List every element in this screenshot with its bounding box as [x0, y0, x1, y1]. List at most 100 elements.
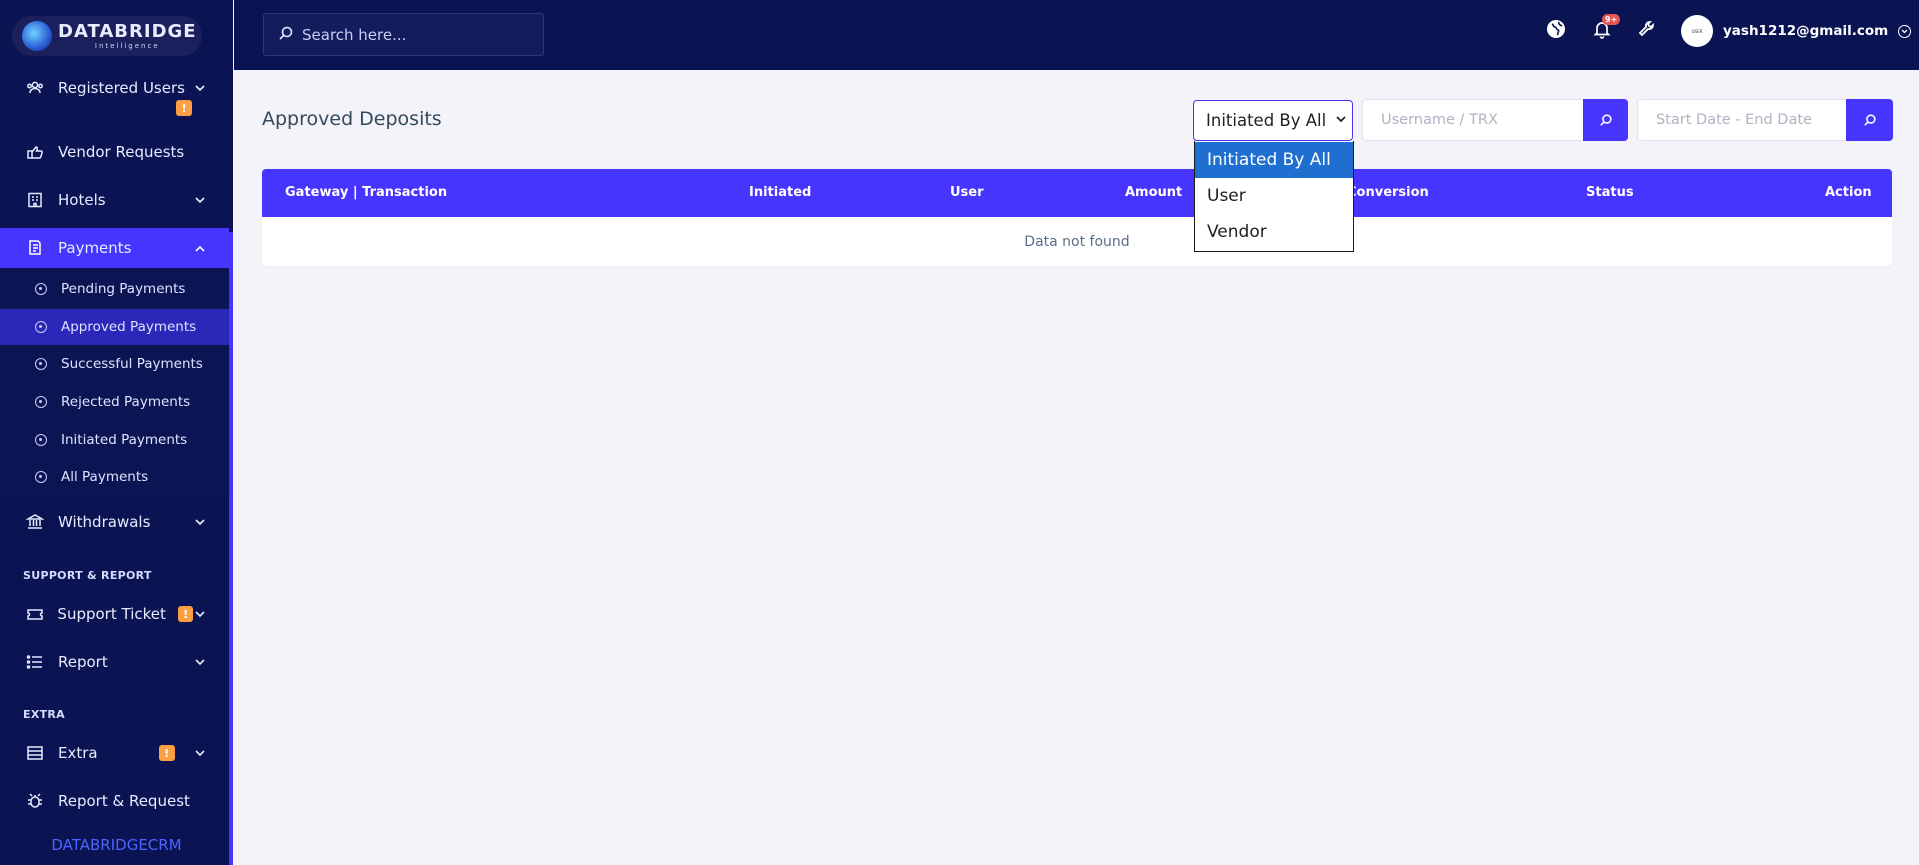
brand-name: DATABRIDGE: [58, 20, 197, 42]
sidebar: DATABRIDGE Intelligence Registered Users…: [0, 0, 233, 865]
submenu-item-label: Successful Payments: [61, 356, 203, 372]
column-header-conversion: Conversion: [1347, 185, 1429, 200]
sidebar-item-report[interactable]: Report: [0, 649, 229, 675]
chevron-down-icon: [1336, 113, 1346, 126]
column-header-user: User: [950, 185, 984, 200]
bank-icon: [25, 512, 45, 532]
circle-dot-icon: [35, 321, 47, 333]
circle-dot-icon: [35, 434, 47, 446]
column-header-status: Status: [1586, 185, 1634, 200]
chevron-down-icon: [193, 516, 207, 529]
submenu-item-label: Approved Payments: [61, 319, 197, 335]
username-trx-search: [1362, 99, 1628, 141]
username-trx-input[interactable]: [1362, 99, 1583, 141]
server-icon: [25, 743, 45, 763]
deposits-table: Gateway | Transaction Initiated User Amo…: [262, 169, 1892, 266]
chevron-up-icon: [193, 242, 207, 255]
global-search[interactable]: [263, 13, 544, 56]
submenu-item-successful-payments[interactable]: Successful Payments: [0, 346, 229, 382]
section-title-support-report: SUPPORT & REPORT: [23, 569, 152, 582]
dropdown-option-user[interactable]: User: [1195, 178, 1353, 214]
dropdown-option-vendor[interactable]: Vendor: [1195, 214, 1353, 250]
sidebar-item-label: Report: [58, 653, 108, 671]
avatar: USER: [1681, 15, 1713, 47]
sidebar-item-label: Registered Users: [58, 79, 185, 97]
topbar: 9+ USER yash1212@gmail.com: [234, 0, 1919, 70]
warning-badge: !: [176, 100, 192, 116]
submenu-item-label: All Payments: [61, 469, 149, 485]
sidebar-item-label: Support Ticket: [57, 605, 166, 623]
users-icon: [25, 78, 45, 98]
ticket-icon: [25, 604, 44, 624]
search-button[interactable]: [1583, 99, 1628, 141]
sidebar-item-payments[interactable]: Payments: [0, 228, 229, 268]
warning-badge: !: [177, 606, 194, 622]
initiated-by-select-value: Initiated By All: [1206, 111, 1327, 130]
brand-globe-icon: [22, 21, 52, 51]
sidebar-item-label: Extra: [58, 744, 98, 762]
submenu-item-label: Pending Payments: [61, 281, 186, 297]
search-icon: [1863, 114, 1876, 126]
date-search-button[interactable]: [1846, 99, 1893, 141]
initiated-by-select[interactable]: Initiated By All: [1193, 100, 1353, 141]
avatar-text: USER: [1691, 28, 1703, 34]
sidebar-item-support-ticket[interactable]: Support Ticket !: [0, 601, 229, 627]
table-header: Gateway | Transaction Initiated User Amo…: [262, 169, 1892, 217]
chevron-down-icon: [193, 656, 207, 669]
sidebar-item-report-request[interactable]: Report & Request: [0, 788, 229, 814]
chevron-down-icon: [193, 82, 207, 95]
user-menu[interactable]: USER yash1212@gmail.com: [1681, 15, 1912, 47]
sidebar-item-label: Report & Request: [58, 792, 190, 810]
sidebar-item-label: Payments: [58, 239, 132, 257]
payments-submenu: Pending Payments Approved Payments Succe…: [0, 271, 229, 498]
circle-dot-icon: [35, 283, 47, 295]
chevron-down-circle-icon: [1898, 24, 1912, 38]
sidebar-item-vendor-requests[interactable]: Vendor Requests: [0, 139, 229, 165]
chevron-down-icon: [193, 608, 207, 621]
vendor-icon: [25, 142, 45, 162]
section-title-extra: EXTRA: [23, 708, 65, 721]
circle-dot-icon: [35, 358, 47, 370]
submenu-item-pending-payments[interactable]: Pending Payments: [0, 271, 229, 307]
column-header-amount: Amount: [1125, 185, 1183, 200]
notification-bell-icon[interactable]: 9+: [1590, 14, 1621, 41]
dropdown-option-all[interactable]: Initiated By All: [1195, 142, 1353, 178]
global-search-input[interactable]: [302, 25, 532, 44]
chevron-down-icon: [193, 747, 207, 760]
sidebar-item-withdrawals[interactable]: Withdrawals: [0, 509, 229, 535]
sidebar-footer-brand: DATABRIDGECRM: [51, 836, 182, 854]
submenu-item-rejected-payments[interactable]: Rejected Payments: [0, 384, 229, 420]
column-header-initiated: Initiated: [749, 185, 812, 200]
wrench-icon[interactable]: [1635, 17, 1659, 41]
warning-badge: !: [158, 745, 175, 761]
user-email: yash1212@gmail.com: [1723, 23, 1889, 39]
submenu-item-approved-payments[interactable]: Approved Payments: [0, 309, 229, 345]
sidebar-scrollbar[interactable]: [229, 232, 233, 865]
submenu-item-initiated-payments[interactable]: Initiated Payments: [0, 422, 229, 458]
submenu-item-all-payments[interactable]: All Payments: [0, 459, 229, 495]
list-icon: [25, 652, 45, 672]
submenu-item-label: Rejected Payments: [61, 394, 191, 410]
column-header-action: Action: [1825, 185, 1872, 200]
page-title: Approved Deposits: [262, 108, 442, 130]
bug-icon: [25, 791, 45, 811]
initiated-by-dropdown: Initiated By All User Vendor: [1194, 141, 1354, 252]
chevron-down-icon: [193, 194, 207, 207]
circle-dot-icon: [35, 396, 47, 408]
date-range-input[interactable]: [1637, 99, 1846, 141]
column-header-gateway: Gateway | Transaction: [285, 185, 448, 200]
globe-icon[interactable]: [1544, 17, 1568, 41]
search-icon: [278, 25, 294, 45]
sidebar-item-label: Hotels: [58, 191, 106, 209]
sidebar-item-hotels[interactable]: Hotels: [0, 187, 229, 213]
sidebar-item-registered-users[interactable]: Registered Users: [0, 73, 229, 103]
submenu-item-label: Initiated Payments: [61, 432, 188, 448]
empty-state-message: Data not found: [1024, 233, 1130, 250]
sidebar-item-extra[interactable]: Extra !: [0, 740, 229, 766]
brand-logo[interactable]: DATABRIDGE Intelligence: [12, 16, 202, 56]
notification-count-badge: 9+: [1602, 14, 1621, 25]
date-range-search: [1637, 99, 1893, 141]
brand-subtitle: Intelligence: [94, 41, 160, 50]
hotel-icon: [25, 190, 45, 210]
search-icon: [1599, 114, 1612, 126]
